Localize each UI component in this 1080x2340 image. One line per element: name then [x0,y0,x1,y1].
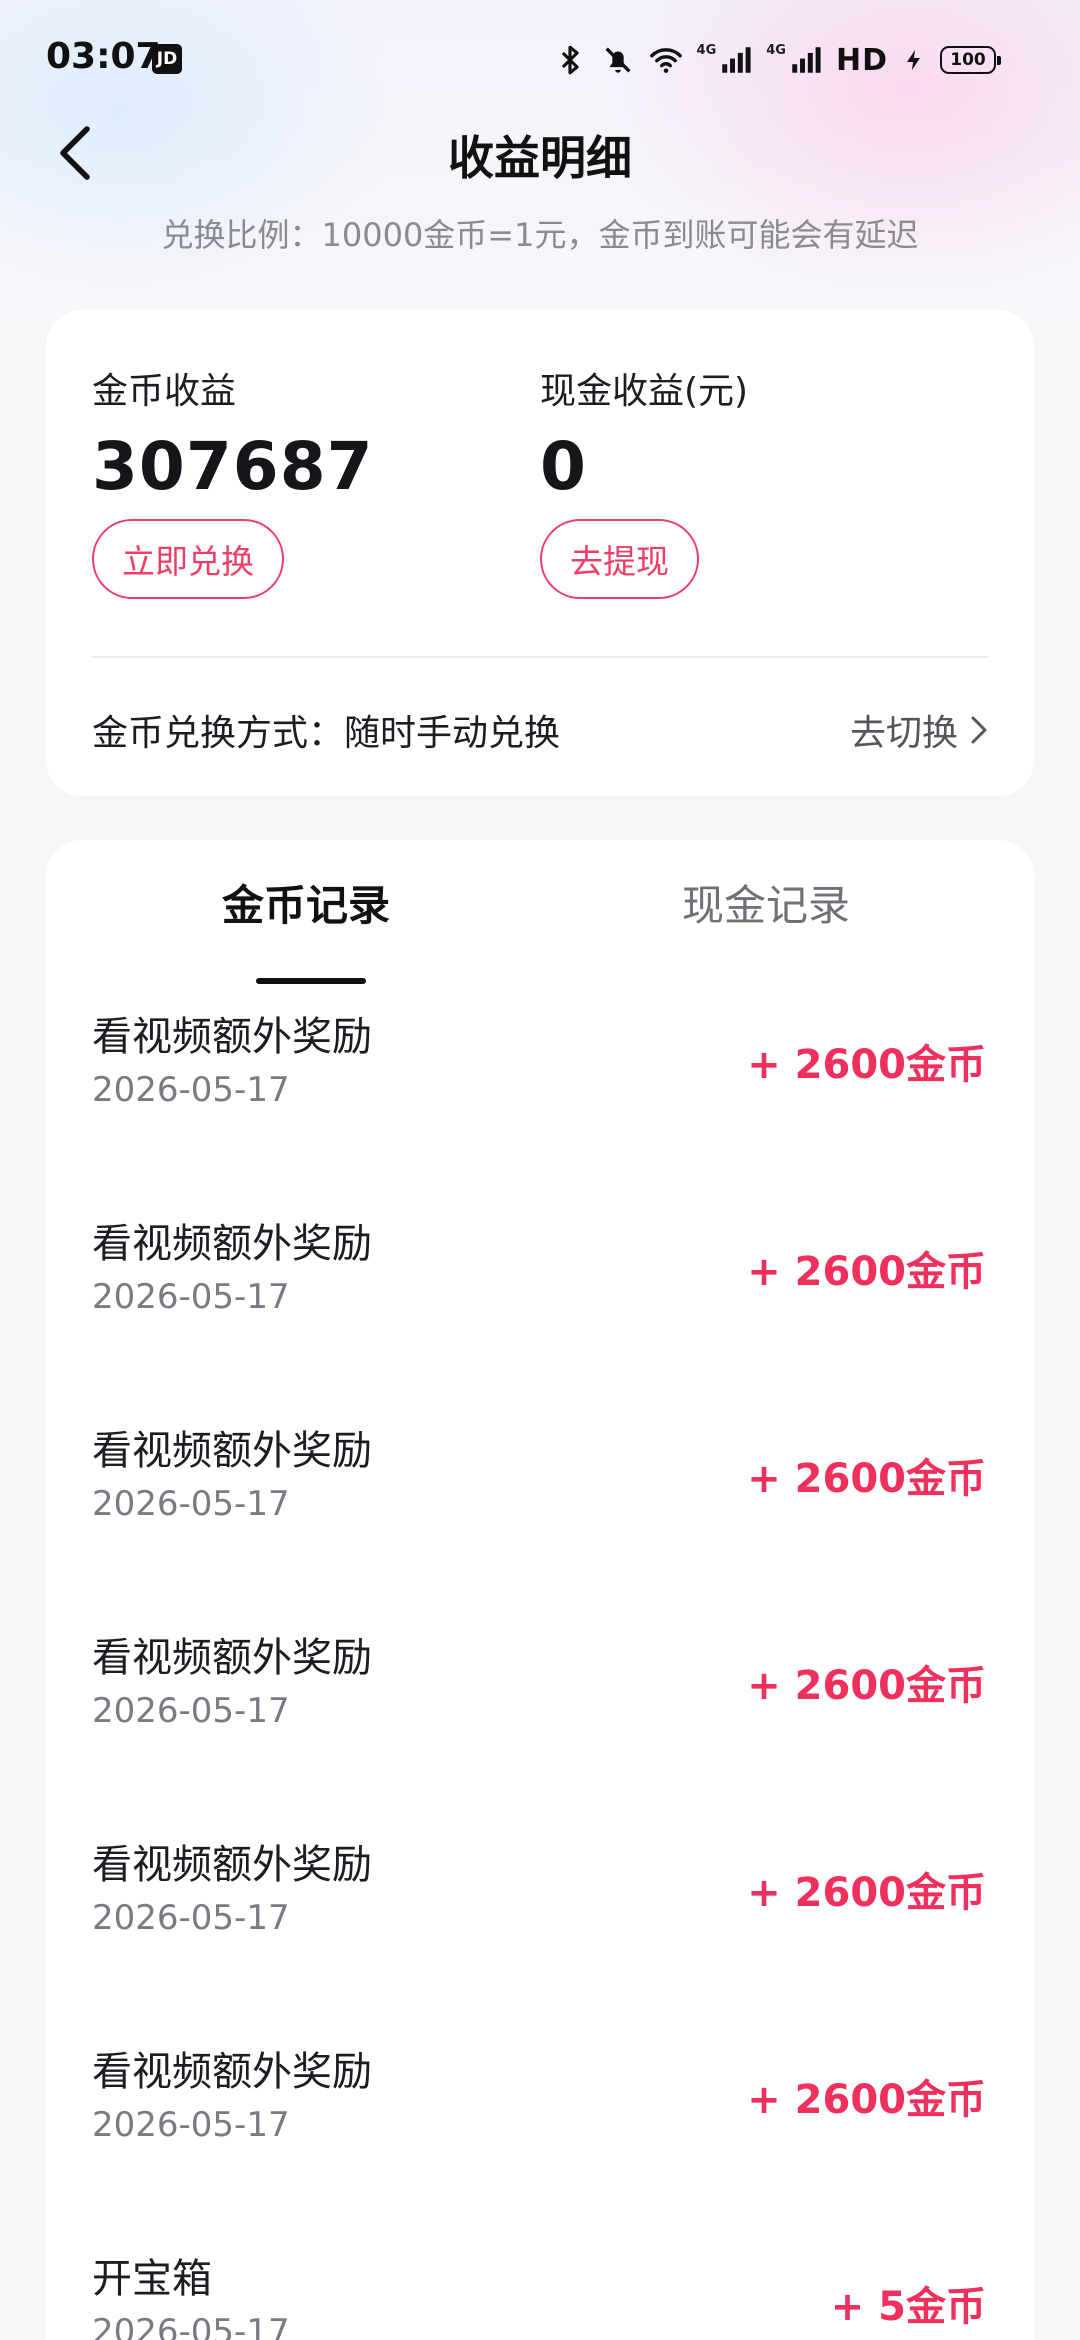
signal-2: 4G [766,43,822,77]
active-tab-indicator [256,978,366,984]
list-item: 看视频额外奖励 2026-05-17 + 2600金币 [46,1818,1034,2025]
bluetooth-icon [561,45,579,75]
withdraw-button[interactable]: 去提现 [540,519,699,599]
cash-earnings-value: 0 [540,428,587,505]
signal-icon [792,47,821,73]
tab-coin-records[interactable]: 金币记录 [156,868,456,958]
coin-earnings-label: 金币收益 [92,371,237,412]
top-header: 收益明细 [0,108,1080,208]
record-date: 2026-05-17 [92,1070,290,1110]
record-title: 看视频额外奖励 [92,1635,372,1681]
record-amount: + 5金币 [830,2284,986,2330]
signal-icon [722,47,751,73]
switch-method-link[interactable]: 去切换 [850,704,988,756]
record-title: 看视频额外奖励 [92,1014,372,1060]
tab-cash-records[interactable]: 现金记录 [616,868,916,958]
record-date: 2026-05-17 [92,1691,290,1731]
record-amount: + 2600金币 [747,1456,986,1502]
wifi-icon [649,48,682,73]
record-title: 看视频额外奖励 [92,1221,372,1267]
list-item: 看视频额外奖励 2026-05-17 + 2600金币 [46,1611,1034,1818]
status-icons: 4G 4G HD 100 [553,40,1001,80]
app-screen: 03:07 JD 4G 4G HD 100 收益明细 兑换比例：10000金币=… [0,0,1080,2340]
exchange-method-row[interactable]: 金币兑换方式：随时手动兑换 去切换 [92,700,988,760]
chevron-right-icon [971,716,987,744]
record-amount: + 2600金币 [747,1870,986,1916]
mute-bell-icon [605,47,631,73]
cash-earnings: 现金收益(元) 0 去提现 [540,362,748,599]
record-title: 看视频额外奖励 [92,1842,372,1888]
earnings-summary-card: 金币收益 307687 立即兑换 现金收益(元) 0 去提现 金币兑换方式：随时… [46,310,1034,796]
record-amount: + 2600金币 [747,1042,986,1088]
record-amount: + 2600金币 [747,2077,986,2123]
charging-icon [907,50,920,70]
list-item: 看视频额外奖励 2026-05-17 + 2600金币 [46,1404,1034,1611]
list-item: 看视频额外奖励 2026-05-17 + 2600金币 [46,1197,1034,1404]
record-date: 2026-05-17 [92,1898,290,1938]
record-date: 2026-05-17 [92,2312,290,2340]
network-type-1: 4G [696,43,717,58]
record-title: 开宝箱 [92,2256,212,2302]
battery-indicator: 100 [940,46,1001,74]
switch-method-label: 去切换 [849,713,958,754]
list-item: 看视频额外奖励 2026-05-17 + 2600金币 [46,2025,1034,2232]
record-amount: + 2600金币 [747,1663,986,1709]
network-type-2: 4G [766,43,786,58]
exchange-now-button[interactable]: 立即兑换 [92,519,284,599]
page-title: 收益明细 [448,131,632,185]
record-date: 2026-05-17 [92,1277,290,1317]
cash-earnings-label: 现金收益(元) [540,371,749,412]
app-notification-badge: JD [152,44,182,74]
coin-earnings: 金币收益 307687 立即兑换 [92,362,374,599]
list-item: 看视频额外奖励 2026-05-17 + 2600金币 [46,990,1034,1197]
record-tabs: 金币记录 现金记录 [46,868,1034,984]
status-time: 03:07 [46,36,161,77]
records-card: 金币记录 现金记录 看视频额外奖励 2026-05-17 + 2600金币 看视… [46,840,1034,2340]
record-list: 看视频额外奖励 2026-05-17 + 2600金币 看视频额外奖励 2026… [46,990,1034,2340]
record-date: 2026-05-17 [92,1484,290,1524]
status-bar: 03:07 JD 4G 4G HD 100 [0,0,1080,120]
hd-indicator: HD [835,42,888,78]
list-item: 开宝箱 2026-05-17 + 5金币 [46,2232,1034,2340]
signal-1: 4G [697,43,753,77]
record-amount: + 2600金币 [747,1249,986,1295]
exchange-rate-note: 兑换比例：10000金币=1元，金币到账可能会有延迟 [161,216,919,254]
record-title: 看视频额外奖励 [92,1428,372,1474]
coin-earnings-value: 307687 [92,428,374,505]
record-date: 2026-05-17 [92,2105,290,2145]
divider [92,656,988,658]
record-title: 看视频额外奖励 [92,2049,372,2095]
exchange-method-text: 金币兑换方式：随时手动兑换 [92,713,561,754]
